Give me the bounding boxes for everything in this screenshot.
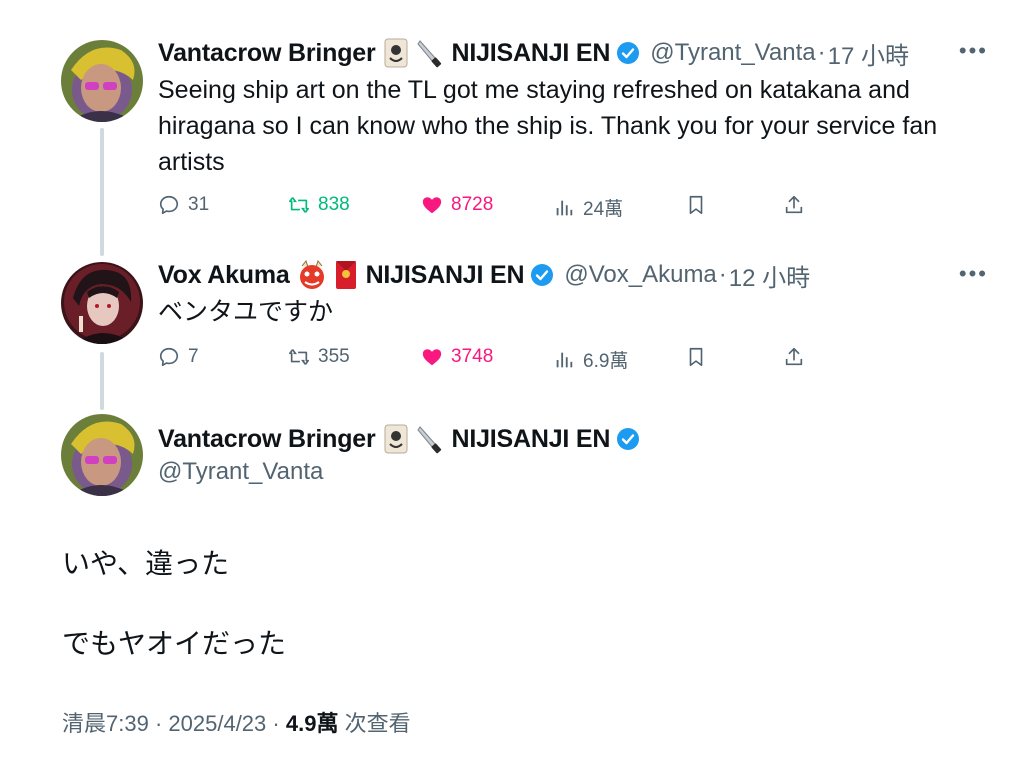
red-envelope-icon [332, 260, 360, 290]
views-icon [556, 200, 573, 215]
tweet1-time[interactable]: 17 小時 [828, 36, 909, 71]
dot-separator: · [718, 261, 727, 288]
tweet2-header: Vox Akuma NIJISANJI EN @Vox_Akuma · 12 小… [158, 258, 810, 292]
tweet1-header: Vantacrow Bringer NIJISANJI EN @Tyrant_V… [158, 36, 909, 70]
bookmark-icon [689, 347, 703, 367]
tweet2-org: NIJISANJI EN [365, 260, 525, 289]
tweet1-views-count: 24萬 [583, 199, 624, 220]
tweet2-time[interactable]: 12 小時 [729, 258, 810, 293]
tweet2-text: ベンタユですか [158, 298, 334, 326]
main-handle[interactable]: @Tyrant_Vanta [158, 458, 323, 486]
heart-icon [422, 349, 442, 366]
main-header: Vantacrow Bringer NIJISANJI EN [158, 422, 640, 456]
tweet2-share-button[interactable] [783, 346, 813, 368]
tweet1-share-button[interactable] [783, 194, 813, 216]
reply-icon [159, 195, 179, 215]
tweet1-reply-button[interactable]: 31 [158, 194, 209, 216]
tweet2-display-name[interactable]: Vox Akuma [158, 261, 290, 290]
dot-separator: · [817, 39, 826, 66]
card-joker-icon [382, 424, 410, 454]
tweet2-retweet-count: 355 [318, 346, 350, 367]
retweet-icon [289, 197, 309, 213]
avatar-vox[interactable] [61, 262, 143, 344]
knife-icon [416, 38, 444, 68]
main-org: NIJISANJI EN [451, 424, 611, 453]
bookmark-icon [689, 195, 703, 215]
share-icon [785, 195, 803, 214]
tweet2-views-count: 6.9萬 [583, 351, 629, 372]
share-icon [785, 347, 803, 366]
tweet1-retweet-button[interactable]: 838 [288, 194, 350, 216]
tweet1-more-icon[interactable]: ••• [959, 38, 988, 64]
card-joker-icon [382, 38, 410, 68]
main-view-count: 4.9萬 [285, 711, 339, 736]
tweet1-like-button[interactable]: 8728 [421, 194, 493, 216]
heart-icon [422, 197, 442, 214]
verified-badge-icon [616, 41, 640, 65]
tweet2-like-button[interactable]: 3748 [421, 346, 493, 368]
thread-line-1 [100, 128, 104, 256]
main-display-name[interactable]: Vantacrow Bringer [158, 425, 376, 454]
tweet2-reply-count: 7 [188, 346, 199, 367]
tweet1-bookmark-button[interactable] [685, 194, 715, 216]
main-date[interactable]: 2025/4/23 [168, 711, 266, 736]
tweet2-reply-button[interactable]: 7 [158, 346, 199, 368]
dot-separator: · [154, 711, 169, 736]
main-text-line1: いや、違った [62, 548, 230, 579]
tweet1-retweet-count: 838 [318, 194, 350, 215]
tweet2-more-icon[interactable]: ••• [959, 261, 988, 287]
verified-badge-icon [616, 427, 640, 451]
tweet1-like-count: 8728 [451, 194, 494, 215]
avatar-vantacrow-main[interactable] [61, 414, 143, 496]
verified-badge-icon [530, 263, 554, 287]
tweet2-handle[interactable]: @Vox_Akuma [564, 261, 716, 289]
tweet1-text-line1: Seeing ship art on the TL got me staying… [158, 76, 910, 104]
main-time[interactable]: 清晨7:39 [62, 711, 149, 736]
tweet1-text: Seeing ship art on the TL got me staying… [158, 72, 937, 180]
oni-mask-icon [298, 259, 326, 290]
main-text-line2: でもヤオイだった [62, 628, 287, 659]
views-icon [556, 352, 573, 367]
tweet2-views-button[interactable]: 6.9萬 [553, 346, 628, 373]
tweet1-text-line3: artists [158, 148, 225, 176]
tweet1-org: NIJISANJI EN [451, 38, 611, 67]
thread-line-2 [100, 352, 104, 410]
avatar-vantacrow-1[interactable] [61, 40, 143, 122]
tweet1-reply-count: 31 [188, 194, 210, 215]
tweet1-views-button[interactable]: 24萬 [553, 194, 623, 221]
tweet2-retweet-button[interactable]: 355 [288, 346, 350, 368]
dot-separator: · [272, 711, 286, 736]
knife-icon [416, 424, 444, 454]
tweet1-display-name[interactable]: Vantacrow Bringer [158, 39, 376, 68]
main-meta: 清晨7:39 · 2025/4/23 · 4.9萬 次查看 [62, 706, 411, 738]
tweet1-text-line2: hiragana so I can know who the ship is. … [158, 112, 938, 140]
main-view-label: 次查看 [344, 711, 411, 736]
tweet2-like-count: 3748 [451, 346, 494, 367]
tweet1-handle[interactable]: @Tyrant_Vanta [650, 39, 815, 67]
tweet2-bookmark-button[interactable] [685, 346, 715, 368]
retweet-icon [289, 349, 309, 365]
reply-icon [159, 347, 179, 367]
